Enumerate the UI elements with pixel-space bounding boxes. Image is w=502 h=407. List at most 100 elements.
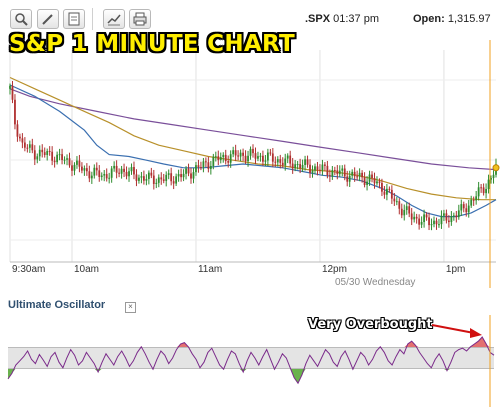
- candle-body: [361, 172, 364, 178]
- candle-body: [195, 165, 197, 173]
- candles: [9, 81, 500, 231]
- candle-body: [455, 215, 458, 218]
- candle-body: [53, 160, 56, 163]
- candle-body: [274, 161, 277, 163]
- candle-body: [341, 168, 344, 171]
- candle-body: [9, 85, 11, 89]
- candle-body: [279, 159, 282, 163]
- candle-body: [324, 164, 326, 166]
- candle-body: [68, 158, 71, 166]
- candle-body: [470, 199, 473, 206]
- candle-body: [83, 168, 86, 171]
- candle-body: [212, 156, 215, 166]
- candle-body: [140, 176, 143, 178]
- candle-body: [177, 174, 180, 177]
- candle-body: [61, 154, 63, 161]
- candle-body: [480, 187, 483, 189]
- candle-body: [26, 147, 29, 149]
- candle-body: [165, 174, 168, 181]
- candle-body: [239, 152, 242, 157]
- candle-body: [81, 166, 83, 171]
- candle-body: [311, 170, 314, 173]
- candle-body: [192, 172, 195, 179]
- candle-body: [485, 189, 487, 194]
- candle-body: [316, 166, 319, 170]
- candle-body: [373, 178, 376, 184]
- candle-body: [33, 150, 36, 160]
- candle-body: [358, 172, 361, 177]
- candle-body: [78, 160, 81, 167]
- candle-body: [259, 155, 262, 157]
- candle-body: [457, 210, 460, 218]
- candle-body: [353, 171, 356, 177]
- candle-body: [145, 179, 148, 181]
- candle-body: [390, 189, 393, 199]
- candle-body: [363, 177, 366, 185]
- candle-body: [85, 168, 88, 172]
- candle-body: [138, 177, 140, 181]
- candle-body: [219, 157, 222, 161]
- candle-body: [433, 220, 435, 225]
- x-tick-label: 11am: [198, 264, 222, 275]
- last-price-marker: [492, 164, 500, 172]
- candle-body: [425, 214, 428, 218]
- candle-body: [326, 165, 329, 176]
- candle-body: [351, 171, 354, 176]
- candle-body: [56, 154, 59, 163]
- candle-body: [328, 175, 331, 177]
- candle-body: [43, 152, 46, 155]
- candle-body: [150, 172, 153, 176]
- candle-body: [170, 173, 173, 182]
- date-label: 05/30 Wednesday: [335, 277, 415, 288]
- candle-body: [383, 191, 386, 195]
- candle-body: [58, 154, 61, 156]
- candle-body: [378, 181, 381, 183]
- candle-body: [115, 165, 118, 173]
- candle-body: [408, 206, 411, 214]
- candle-body: [333, 170, 336, 172]
- oscillator-oversold-fill: [8, 368, 494, 384]
- candle-body: [120, 168, 123, 174]
- candle-body: [38, 149, 41, 157]
- candle-body: [445, 213, 448, 221]
- candle-body: [376, 181, 378, 184]
- candle-body: [229, 154, 232, 163]
- candle-body: [214, 156, 217, 158]
- candle-body: [410, 213, 413, 220]
- candle-body: [309, 164, 311, 173]
- candle-body: [123, 168, 125, 172]
- oscillator-neutral-band: [8, 347, 494, 369]
- candle-body: [113, 165, 116, 169]
- candle-body: [95, 167, 98, 171]
- candle-body: [264, 160, 267, 162]
- candle-body: [452, 215, 455, 217]
- candle-body: [385, 188, 388, 195]
- candle-body: [51, 151, 54, 161]
- candle-body: [105, 174, 108, 179]
- x-tick-label: 12pm: [322, 264, 347, 275]
- candle-body: [244, 155, 247, 162]
- candle-body: [133, 167, 135, 175]
- candle-body: [88, 171, 91, 179]
- candle-body: [108, 177, 111, 179]
- candle-body: [222, 154, 225, 158]
- candle-body: [299, 164, 302, 169]
- candle-body: [14, 99, 16, 125]
- candle-body: [271, 153, 274, 162]
- candle-body: [242, 152, 244, 156]
- candle-body: [343, 168, 346, 177]
- x-tick-label: 10am: [74, 264, 99, 275]
- candle-body: [125, 171, 128, 177]
- candle-body: [281, 162, 284, 166]
- candle-body: [430, 224, 433, 226]
- candle-body: [443, 213, 445, 216]
- candle-body: [204, 161, 207, 163]
- candle-body: [76, 160, 78, 165]
- candle-body: [413, 216, 416, 220]
- close-oscillator-button[interactable]: ×: [125, 302, 136, 313]
- candle-body: [200, 167, 202, 169]
- candle-body: [395, 201, 398, 203]
- candle-body: [247, 155, 249, 162]
- candle-body: [254, 153, 257, 159]
- candle-body: [398, 201, 401, 209]
